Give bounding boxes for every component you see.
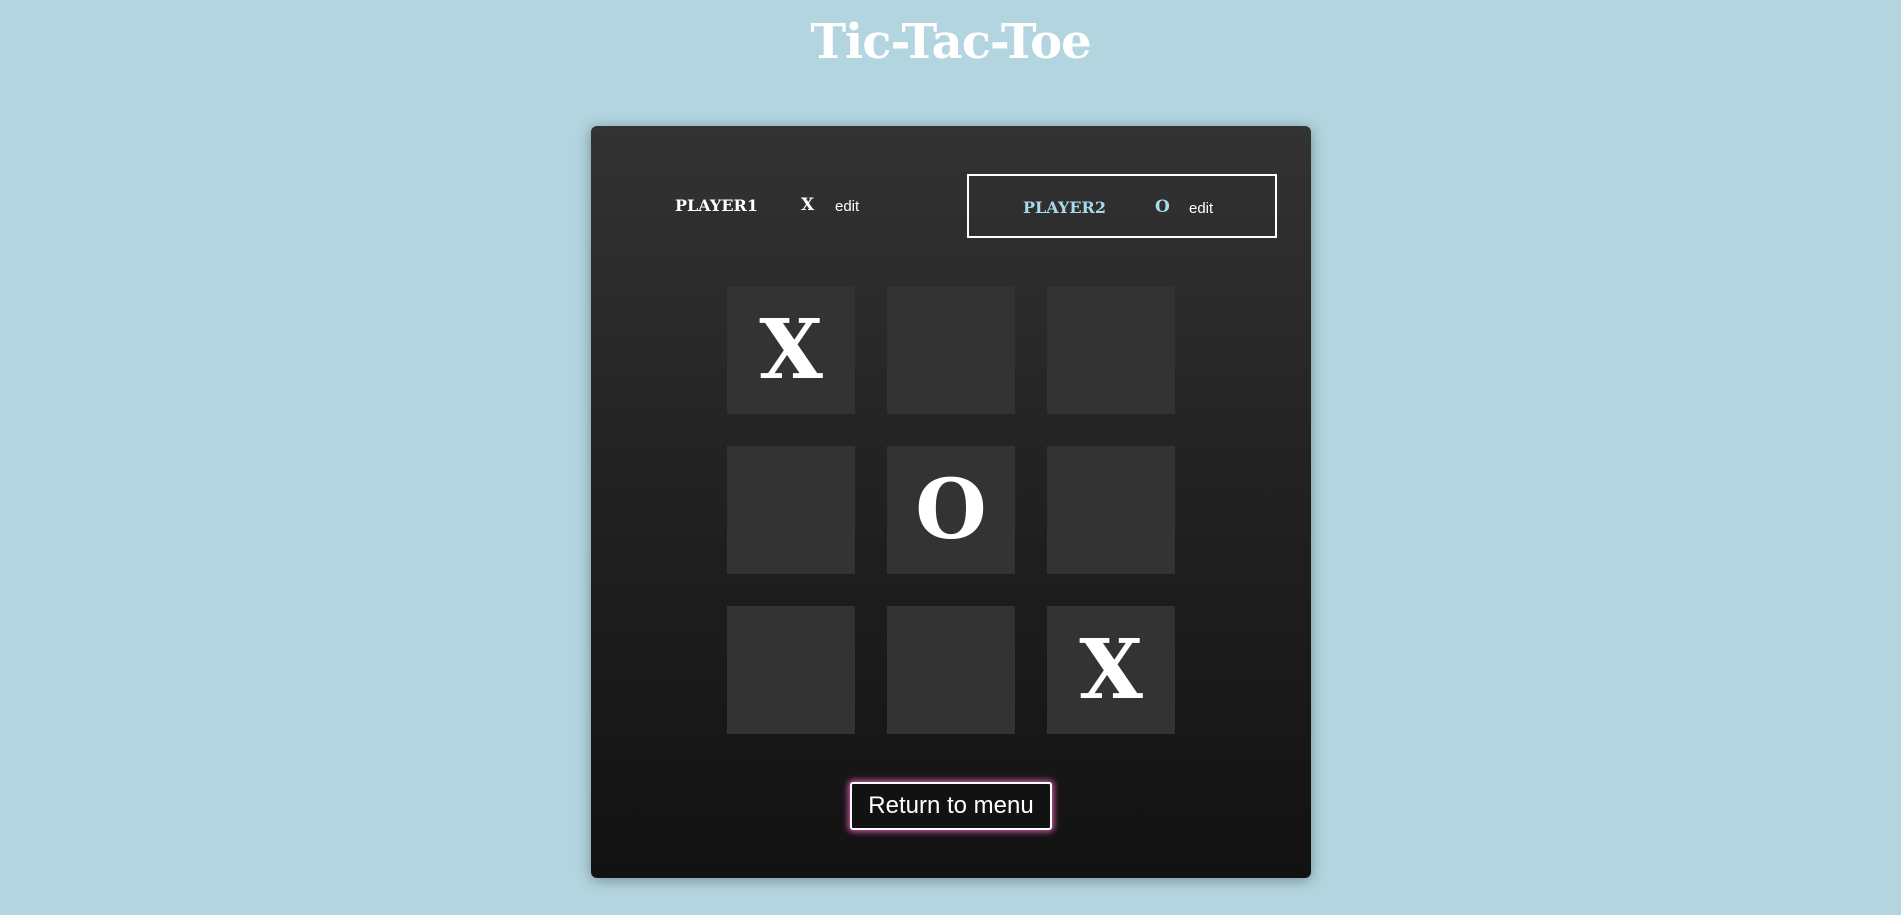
board-cell-7[interactable] [727,606,855,734]
player1-card: PLAYER1 X edit [623,174,933,238]
player1-symbol: X [801,195,815,215]
player1-name: PLAYER1 [675,196,758,215]
player2-name: PLAYER2 [1023,198,1106,217]
return-to-menu-button[interactable]: Return to menu [850,782,1052,830]
board-cell-3[interactable] [1047,286,1175,414]
game-panel: PLAYER1 X edit PLAYER2 O edit X O X Retu… [591,126,1311,878]
player1-edit-button[interactable]: edit [835,198,859,215]
board-cell-5[interactable]: O [887,446,1015,574]
game-board: X O X [727,286,1175,734]
board-cell-8[interactable] [887,606,1015,734]
board-cell-9[interactable]: X [1047,606,1175,734]
player2-card-active: PLAYER2 O edit [967,174,1277,238]
player2-symbol: O [1155,197,1170,217]
page-title: Tic-Tac-Toe [810,14,1091,70]
player2-edit-button[interactable]: edit [1189,200,1213,217]
board-cell-1[interactable]: X [727,286,855,414]
board-cell-6[interactable] [1047,446,1175,574]
board-cell-2[interactable] [887,286,1015,414]
board-cell-4[interactable] [727,446,855,574]
